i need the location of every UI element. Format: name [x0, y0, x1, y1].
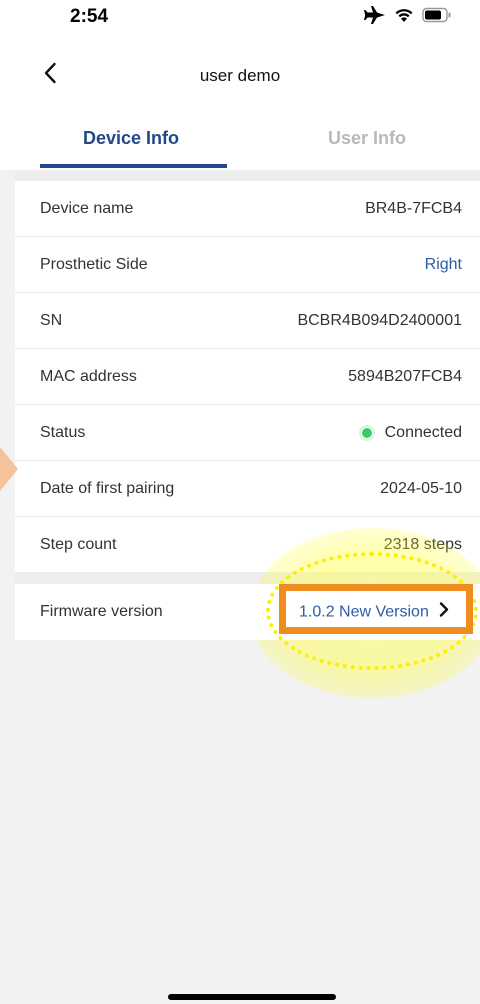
row-label: Prosthetic Side	[40, 255, 148, 273]
status-icons	[364, 6, 452, 24]
pointer-arrow-icon	[0, 447, 18, 491]
device-name-row: Device name BR4B-7FCB4	[15, 181, 480, 237]
step-count-row: Step count 2318 steps	[15, 517, 480, 573]
header-area: 2:54 user demo Device Info User Info	[0, 0, 480, 170]
tab-bar: Device Info User Info	[0, 120, 480, 170]
first-pairing-value: 2024-05-10	[380, 479, 462, 497]
firmware-version-row[interactable]: Firmware version 1.0.2 New Version	[15, 584, 480, 640]
firmware-value: 1.0.2 New Version	[299, 603, 429, 620]
mac-address-row: MAC address 5894B207FCB4	[15, 349, 480, 405]
row-label: Step count	[40, 536, 117, 553]
tab-device-info[interactable]: Device Info	[83, 128, 179, 149]
chevron-right-icon	[439, 602, 449, 623]
section-divider	[15, 170, 480, 181]
battery-icon	[422, 7, 452, 23]
row-label: MAC address	[40, 367, 137, 385]
device-info-list: Device name BR4B-7FCB4 Prosthetic Side R…	[15, 181, 480, 573]
app-screen: 2:54 user demo Device Info User Info Dev…	[0, 0, 480, 1004]
airplane-icon	[364, 6, 386, 24]
wifi-icon	[394, 7, 414, 23]
row-label: SN	[40, 311, 63, 329]
connected-status-dot-icon	[358, 424, 375, 441]
prosthetic-side-value[interactable]: Right	[425, 256, 462, 274]
status-time: 2:54	[70, 6, 109, 27]
firmware-label: Firmware version	[40, 603, 163, 620]
status-row: Status Connected	[15, 405, 480, 461]
sn-row: SN BCBR4B094D2400001	[15, 293, 480, 349]
device-name-value: BR4B-7FCB4	[365, 199, 462, 217]
firmware-update-link[interactable]: 1.0.2 New Version	[299, 602, 449, 623]
row-label: Status	[40, 423, 86, 441]
row-label: Device name	[40, 199, 134, 217]
sn-value: BCBR4B094D2400001	[297, 311, 462, 329]
status-text: Connected	[384, 423, 462, 441]
active-tab-indicator	[40, 164, 227, 168]
home-indicator[interactable]	[168, 994, 336, 1000]
mac-address-value: 5894B207FCB4	[348, 367, 462, 385]
row-label: Date of first pairing	[40, 479, 175, 497]
page-title: user demo	[199, 66, 281, 85]
tab-user-info[interactable]: User Info	[328, 128, 406, 149]
step-count-value: 2318 steps	[383, 536, 462, 553]
status-value: Connected	[358, 423, 462, 442]
first-pairing-row: Date of first pairing 2024-05-10	[15, 461, 480, 517]
section-divider	[15, 572, 480, 584]
prosthetic-side-row[interactable]: Prosthetic Side Right	[15, 237, 480, 293]
